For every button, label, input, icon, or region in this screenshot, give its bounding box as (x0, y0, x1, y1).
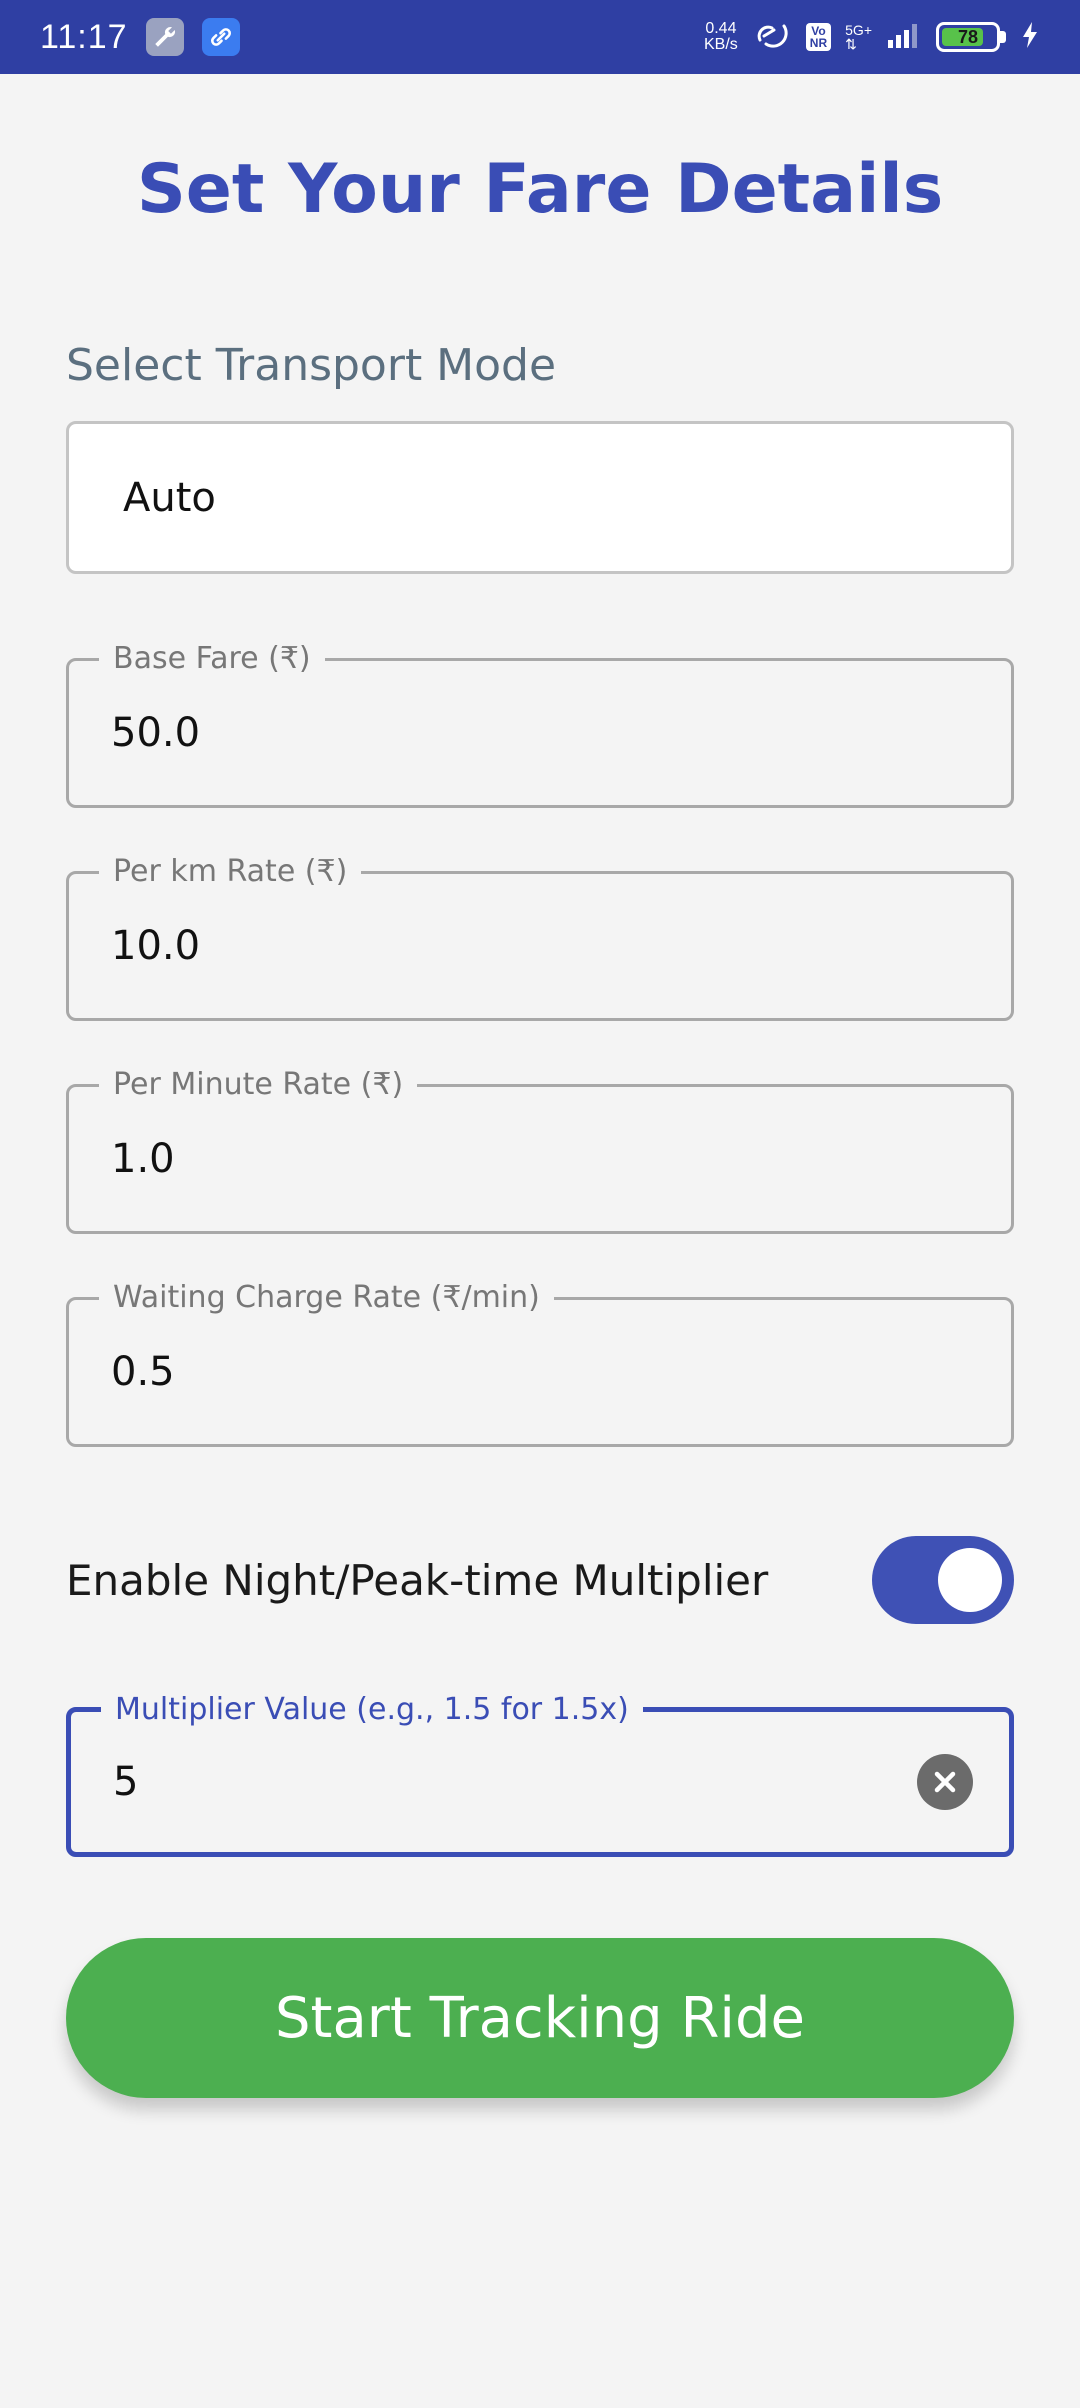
per-minute-rate-label: Per Minute Rate (₹) (99, 1065, 418, 1105)
signal-icon (886, 20, 922, 55)
transport-mode-select[interactable]: Auto (66, 421, 1014, 574)
network-speed: 0.44 KB/s (704, 21, 738, 53)
multiplier-toggle-row: Enable Night/Peak-time Multiplier (66, 1535, 1014, 1625)
page-title: Set Your Fare Details (136, 150, 944, 229)
multiplier-input[interactable] (113, 1759, 873, 1805)
transport-mode-value: Auto (123, 474, 216, 521)
network-speed-unit: KB/s (704, 36, 738, 53)
network-speed-value: 0.44 (705, 20, 737, 37)
battery-tip (1000, 31, 1006, 43)
multiplier-toggle-label: Enable Night/Peak-time Multiplier (66, 1555, 769, 1605)
network-type: 5G+ ⇅ (845, 23, 872, 51)
waiting-charge-field[interactable]: Waiting Charge Rate (₹/min) (66, 1278, 1014, 1447)
multiplier-label: Multiplier Value (e.g., 1.5 for 1.5x) (101, 1690, 643, 1730)
start-tracking-button[interactable]: Start Tracking Ride (66, 1938, 1014, 2098)
base-fare-input[interactable] (111, 710, 931, 756)
link-icon (201, 18, 240, 56)
switch-knob (938, 1548, 1002, 1612)
hotspot-icon (752, 20, 792, 55)
status-left: 11:17 (40, 18, 240, 57)
base-fare-label: Base Fare (₹) (99, 639, 325, 679)
base-fare-field[interactable]: Base Fare (₹) (66, 639, 1014, 808)
data-arrows-icon: ⇅ (845, 36, 857, 52)
status-right: 0.44 KB/s Vo NR 5G+ ⇅ 78 (704, 20, 1040, 55)
waiting-charge-label: Waiting Charge Rate (₹/min) (99, 1278, 554, 1318)
clear-icon[interactable] (917, 1754, 973, 1810)
battery-group: 78 (936, 22, 1006, 52)
volte-bottom: NR (809, 36, 828, 50)
charging-icon (1020, 20, 1040, 55)
per-minute-rate-field[interactable]: Per Minute Rate (₹) (66, 1065, 1014, 1234)
network-type-label: 5G+ (845, 22, 872, 38)
status-bar: 11:17 0.44 KB/s Vo NR 5G+ ⇅ 78 (0, 0, 1080, 74)
per-minute-rate-input[interactable] (111, 1136, 931, 1182)
per-km-rate-input[interactable] (111, 923, 931, 969)
wrench-icon (145, 18, 184, 56)
battery-icon: 78 (936, 22, 1000, 52)
battery-level: 78 (957, 26, 979, 47)
multiplier-toggle-switch[interactable] (872, 1536, 1014, 1624)
per-km-rate-label: Per km Rate (₹) (99, 852, 362, 892)
status-time: 11:17 (40, 17, 128, 56)
transport-mode-label: Select Transport Mode (66, 340, 557, 391)
volte-icon: Vo NR (805, 23, 832, 51)
per-km-rate-field[interactable]: Per km Rate (₹) (66, 852, 1014, 1021)
waiting-charge-input[interactable] (111, 1349, 931, 1395)
multiplier-field[interactable]: Multiplier Value (e.g., 1.5 for 1.5x) (66, 1690, 1014, 1857)
